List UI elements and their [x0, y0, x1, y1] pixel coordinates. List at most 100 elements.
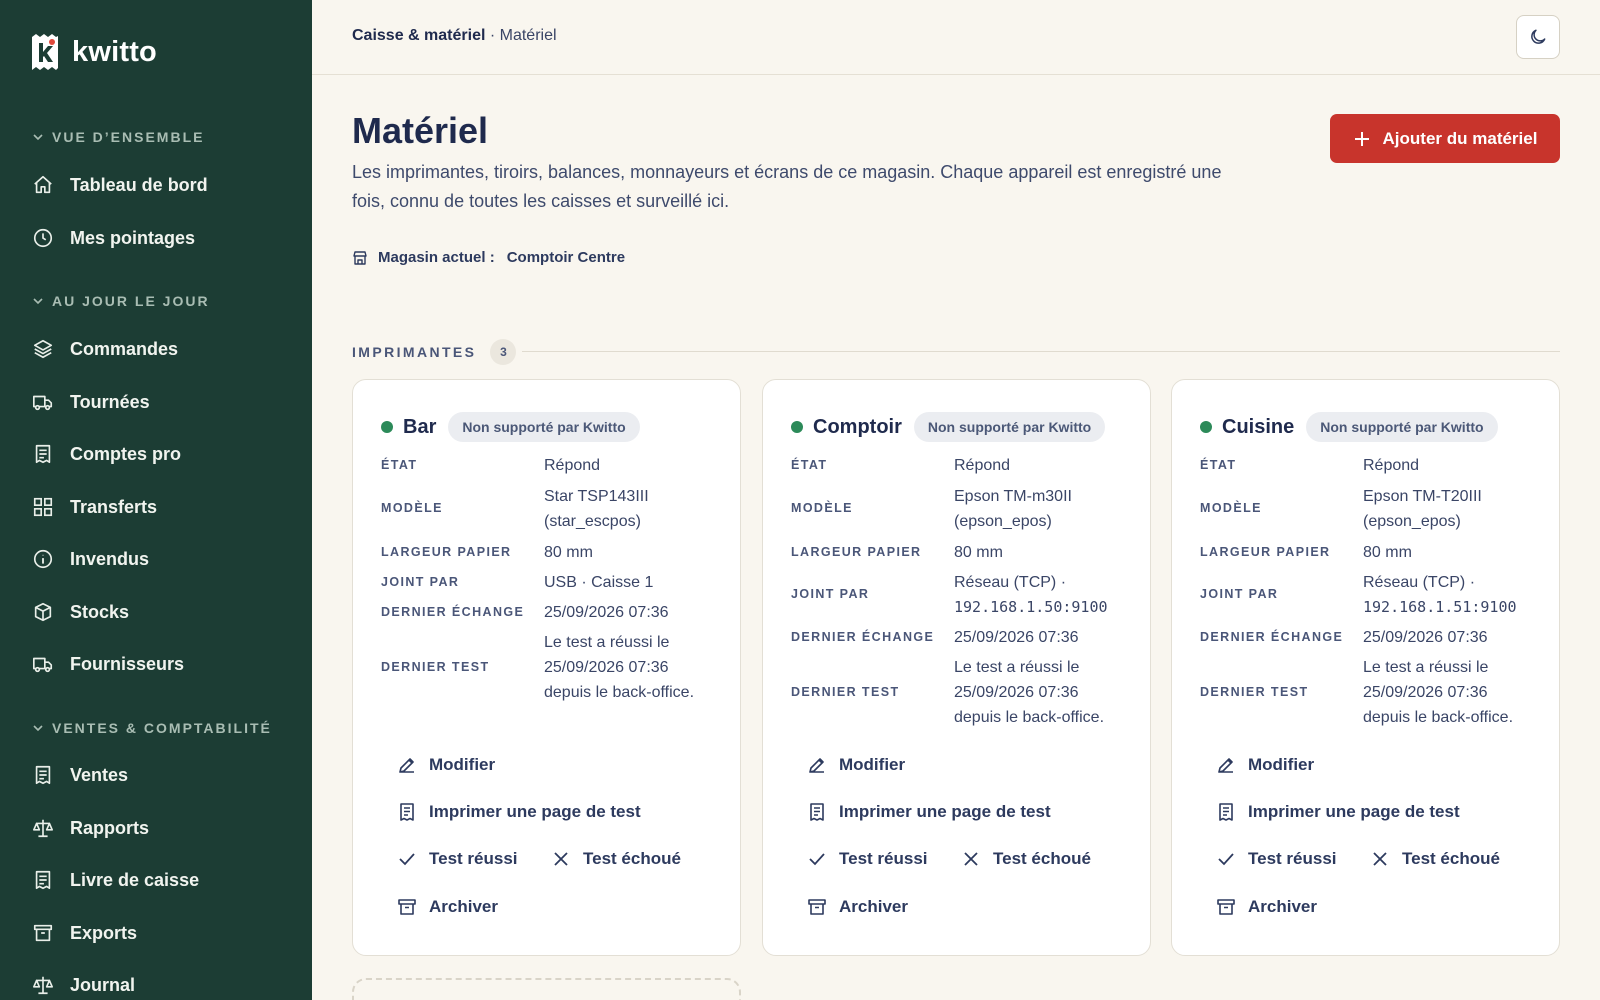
section-au-jour-le-jour[interactable]: AU JOUR LE JOUR	[32, 293, 210, 309]
joined-value: Réseau (TCP) · 192.168.1.50:9100	[954, 570, 1134, 620]
model-value: Epson TM-m30II (epson_epos)	[954, 484, 1134, 534]
joined-type: Réseau (TCP) ·	[1363, 574, 1476, 591]
breadcrumb-separator: ·	[485, 27, 500, 44]
model-value: Epson TM-T20III (epson_epos)	[1363, 484, 1543, 534]
edit-button[interactable]: Modifier	[1216, 755, 1314, 775]
grid-icon	[33, 497, 53, 517]
test-success-label: Test réussi	[1248, 849, 1337, 868]
section-vue-ensemble[interactable]: VUE D’ENSEMBLE	[32, 129, 204, 145]
check-icon	[1218, 853, 1234, 866]
sidebar-item-label: Fournisseurs	[70, 653, 185, 674]
sidebar-item-mes-pointages[interactable]: Mes pointages	[32, 227, 195, 249]
truck-icon	[33, 395, 53, 411]
print-test-page-button[interactable]: Imprimer une page de test	[1216, 802, 1460, 822]
print-test-page-button[interactable]: Imprimer une page de test	[397, 802, 641, 822]
sidebar-item-invendus[interactable]: Invendus	[32, 548, 149, 570]
edit-button[interactable]: Modifier	[397, 755, 495, 775]
test-failed-button[interactable]: Test échoué	[961, 849, 1091, 869]
test-failed-label: Test échoué	[993, 849, 1091, 868]
printer-card-header: Cuisine Non supporté par Kwitto	[1200, 412, 1498, 442]
joined-type: Réseau (TCP) ·	[954, 574, 1067, 591]
moon-icon	[1531, 29, 1546, 44]
check-icon	[399, 853, 415, 866]
status-dot	[381, 421, 393, 433]
chevron-down-icon	[33, 298, 43, 305]
print-test-page-button[interactable]: Imprimer une page de test	[807, 802, 1051, 822]
current-store-label: Magasin actuel :	[378, 249, 495, 266]
joined-label: JOINT PAR	[381, 575, 460, 589]
joined-value: USB · Caisse 1	[544, 574, 654, 591]
sidebar-item-tableau-de-bord[interactable]: Tableau de bord	[32, 174, 208, 196]
printer-card-header: Comptoir Non supporté par Kwitto	[791, 412, 1106, 442]
sidebar-item-commandes[interactable]: Commandes	[32, 338, 178, 360]
breadcrumb-parent[interactable]: Caisse & matériel	[352, 27, 485, 44]
test-success-label: Test réussi	[429, 849, 518, 868]
model-driver: (epson_epos)	[954, 513, 1052, 530]
sidebar-item-exports[interactable]: Exports	[32, 922, 137, 944]
test-failed-button[interactable]: Test échoué	[551, 849, 681, 869]
receipt-icon	[400, 803, 414, 821]
printer-name: Comptoir	[813, 415, 902, 438]
state-value: Répond	[954, 457, 1011, 474]
edit-label: Modifier	[429, 755, 496, 774]
sidebar-item-comptes-pro[interactable]: Comptes pro	[32, 443, 181, 465]
sidebar-item-label: Comptes pro	[70, 443, 182, 464]
scale-icon	[33, 976, 53, 995]
test-success-button[interactable]: Test réussi	[807, 849, 928, 869]
state-value: Répond	[544, 457, 601, 474]
sidebar-item-rapports[interactable]: Rapports	[32, 817, 149, 839]
joined-address: 192.168.1.50:9100	[954, 598, 1108, 616]
joined-address: 192.168.1.51:9100	[1363, 598, 1517, 616]
state-label: ÉTAT	[1200, 458, 1237, 472]
sidebar-item-tournees[interactable]: Tournées	[32, 391, 150, 413]
section-ventes-comptabilite[interactable]: VENTES & COMPTABILITÉ	[32, 720, 272, 736]
paper-label: LARGEUR PAPIER	[381, 545, 512, 559]
sidebar-item-ventes[interactable]: Ventes	[32, 764, 128, 786]
paper-value: 80 mm	[1363, 544, 1412, 561]
receipt-icon	[810, 803, 824, 821]
brand[interactable]: kwitto	[30, 33, 157, 71]
sidebar-item-label: Mes pointages	[70, 227, 196, 248]
print-test-label: Imprimer une page de test	[429, 802, 641, 821]
kwitto-logo-icon	[30, 33, 60, 71]
joined-value: Réseau (TCP) · 192.168.1.51:9100	[1363, 570, 1543, 620]
sidebar: kwitto VUE D’ENSEMBLE Tableau de bord Me…	[0, 0, 312, 1000]
model-name: Epson TM-T20III	[1363, 488, 1482, 505]
info-icon	[33, 549, 53, 569]
sidebar-item-journal[interactable]: Journal	[32, 974, 135, 996]
archive-button[interactable]: Archiver	[397, 897, 498, 917]
sidebar-item-transferts[interactable]: Transferts	[32, 496, 157, 518]
test-success-button[interactable]: Test réussi	[1216, 849, 1337, 869]
archive-icon	[33, 924, 53, 942]
archive-button[interactable]: Archiver	[1216, 897, 1317, 917]
sidebar-item-livre-de-caisse[interactable]: Livre de caisse	[32, 869, 199, 891]
test-success-button[interactable]: Test réussi	[397, 849, 518, 869]
support-badge: Non supporté par Kwitto	[1306, 412, 1498, 442]
test-failed-button[interactable]: Test échoué	[1370, 849, 1500, 869]
add-printer-placeholder[interactable]	[352, 978, 741, 1000]
model-name: Epson TM-m30II	[954, 488, 1072, 505]
sidebar-item-stocks[interactable]: Stocks	[32, 601, 129, 623]
sidebar-item-fournisseurs[interactable]: Fournisseurs	[32, 653, 184, 675]
theme-toggle-button[interactable]	[1516, 15, 1560, 59]
add-hardware-button[interactable]: Ajouter du matériel	[1330, 114, 1560, 163]
last-test-value: Le test a réussi le 25/09/2026 07:36 dep…	[1363, 659, 1514, 726]
breadcrumb-current: Matériel	[499, 27, 557, 44]
model-driver: (star_escpos)	[544, 513, 641, 530]
edit-button[interactable]: Modifier	[807, 755, 905, 775]
last-exchange-value: 25/09/2026 07:36	[1363, 629, 1488, 646]
printer-name: Cuisine	[1222, 415, 1295, 438]
printer-card-header: Bar Non supporté par Kwitto	[381, 412, 640, 442]
status-dot	[1200, 421, 1212, 433]
archive-button[interactable]: Archiver	[807, 897, 908, 917]
section-label: VUE D’ENSEMBLE	[52, 129, 205, 145]
paper-value: 80 mm	[954, 544, 1003, 561]
edit-label: Modifier	[1248, 755, 1315, 774]
model-label: MODÈLE	[791, 501, 853, 515]
paper-value: 80 mm	[544, 544, 593, 561]
add-hardware-label: Ajouter du matériel	[1382, 128, 1538, 148]
printers-section-heading: IMPRIMANTES 3	[352, 339, 517, 365]
section-label: VENTES & COMPTABILITÉ	[52, 720, 272, 736]
page-description: Les imprimantes, tiroirs, balances, monn…	[352, 162, 1222, 211]
test-failed-label: Test échoué	[583, 849, 681, 868]
